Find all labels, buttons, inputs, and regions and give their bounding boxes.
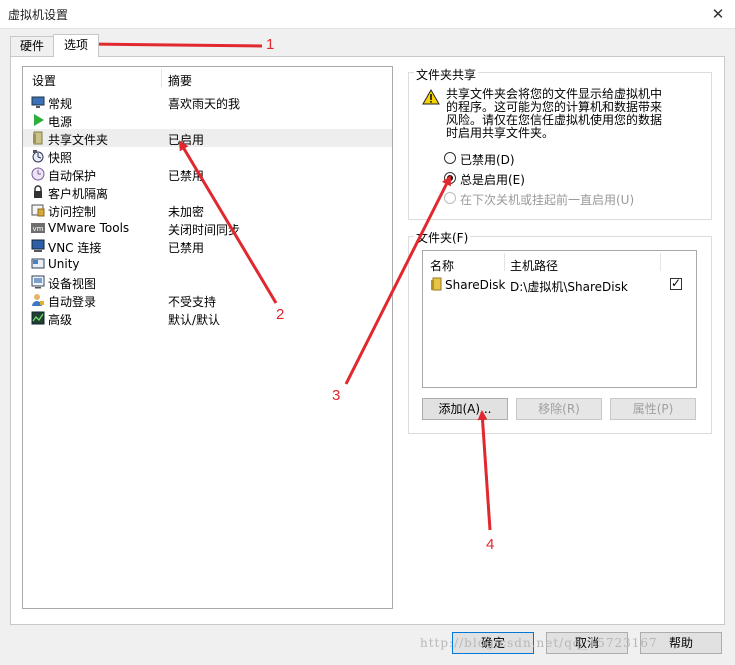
tab-options[interactable]: 选项 (53, 34, 99, 57)
annotation-label: 3 (332, 387, 341, 404)
arrow-3 (344, 175, 452, 385)
annotation-label: 4 (486, 536, 495, 553)
annotation-label: 1 (266, 36, 275, 53)
annotation-arrows (86, 39, 492, 531)
arrow-2 (178, 140, 278, 304)
arrow-4 (477, 410, 492, 531)
annotation-label: 2 (276, 306, 285, 323)
arrow-1 (86, 39, 263, 50)
